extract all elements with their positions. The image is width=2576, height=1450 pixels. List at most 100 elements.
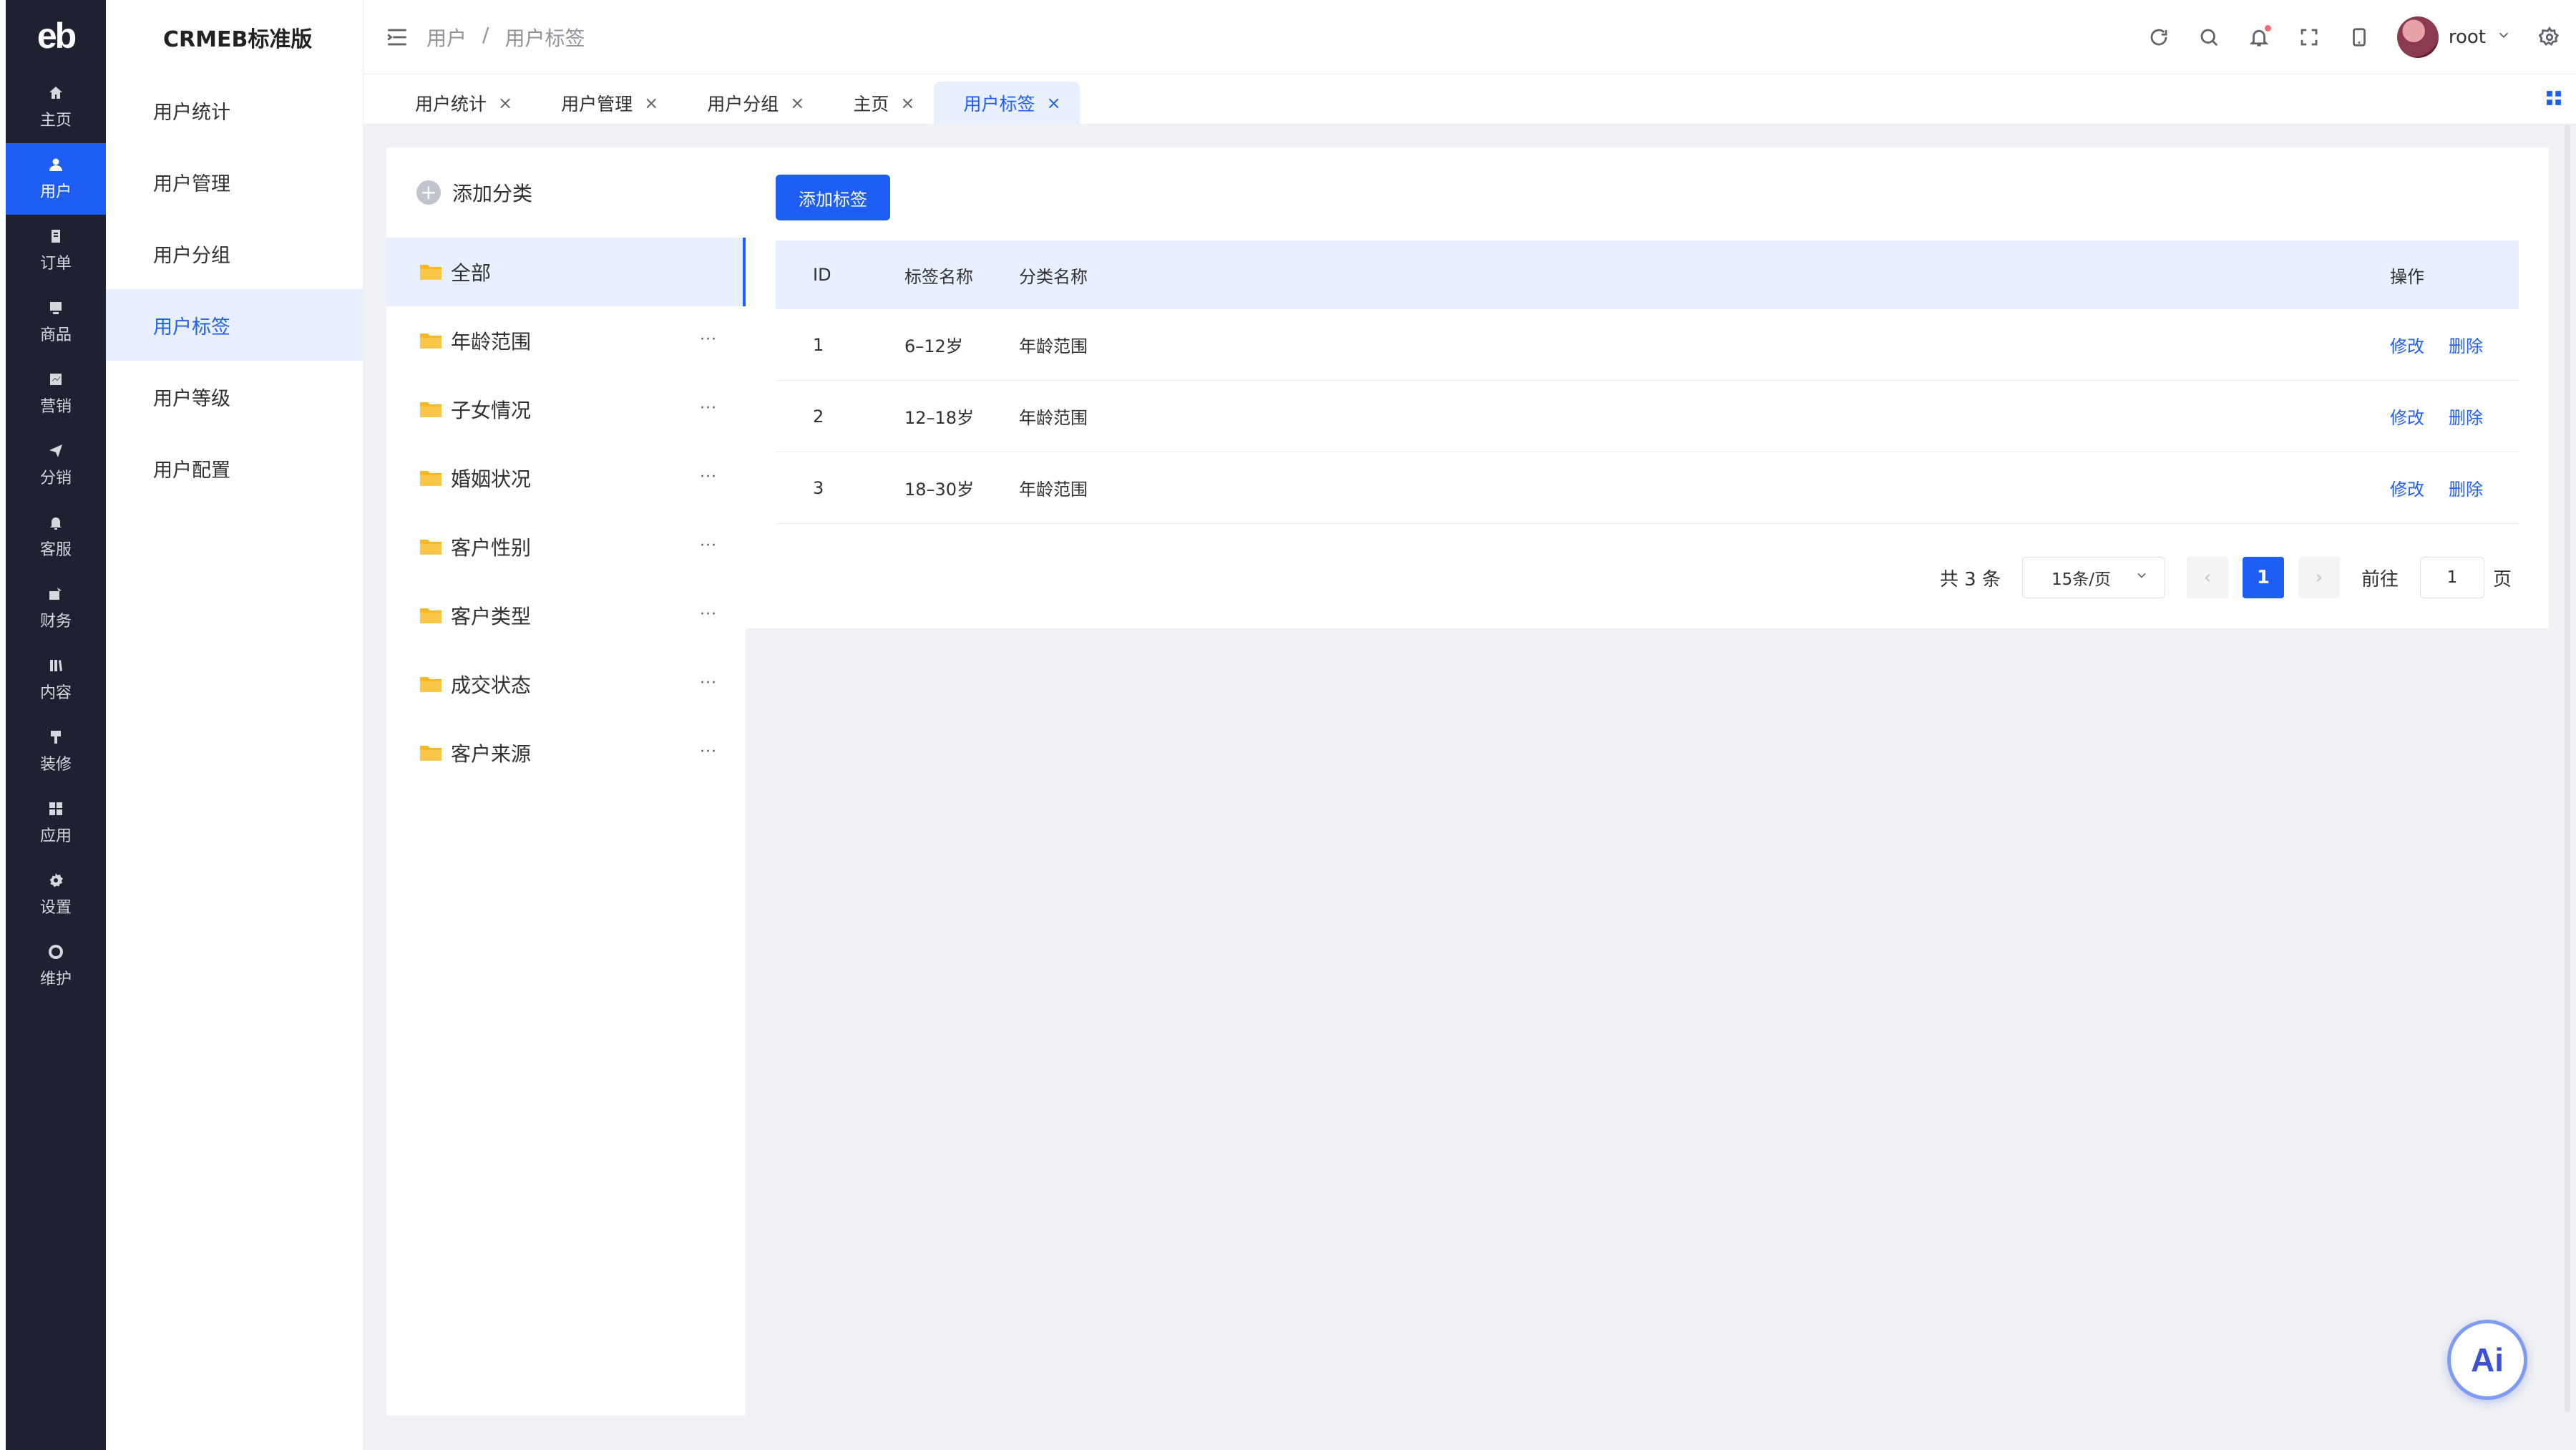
category-item[interactable]: 全部 <box>386 238 746 306</box>
decorate-icon <box>47 729 65 746</box>
page-1-button[interactable]: 1 <box>2242 557 2284 598</box>
page-size-value: 15条/页 <box>2051 570 2111 589</box>
subnav-item[interactable]: 用户分组 <box>106 218 363 289</box>
rail-item-3[interactable]: 商品 <box>6 286 106 358</box>
marketing-icon <box>47 371 65 388</box>
rail-item-label: 客服 <box>39 541 72 559</box>
fullscreen-icon[interactable] <box>2297 25 2321 49</box>
cell-tag-name: 18–30岁 <box>904 480 975 500</box>
grid-menu-icon[interactable] <box>2546 90 2562 106</box>
avatar <box>2396 16 2439 58</box>
refresh-icon[interactable] <box>2147 25 2171 49</box>
user-menu[interactable]: root <box>2396 16 2512 58</box>
rail-item-label: 主页 <box>39 112 72 130</box>
close-icon[interactable]: × <box>790 93 804 113</box>
subnav-item[interactable]: 用户管理 <box>106 146 363 218</box>
cell-id: 1 <box>813 334 824 355</box>
category-item[interactable]: 成交状态 ··· <box>386 650 746 719</box>
page-size-select[interactable]: 15条/页 <box>2021 557 2165 598</box>
gear-icon <box>47 872 65 889</box>
category-item[interactable]: 客户来源 ··· <box>386 719 746 787</box>
subnav-item[interactable]: 用户配置 <box>106 432 363 504</box>
notification-bell-icon[interactable] <box>2247 25 2271 49</box>
edit-link[interactable]: 修改 <box>2390 475 2424 500</box>
tab[interactable]: 用户分组 × <box>677 82 823 125</box>
more-options-icon[interactable]: ··· <box>700 537 717 555</box>
breadcrumb-item[interactable]: 用户 <box>426 23 467 52</box>
add-tag-button[interactable]: 添加标签 <box>776 175 890 220</box>
delete-link[interactable]: 删除 <box>2449 332 2483 357</box>
ai-assistant-button[interactable]: Ai <box>2447 1320 2527 1400</box>
cell-id: 2 <box>813 406 824 427</box>
rail-item-12[interactable]: 维护 <box>6 930 106 1002</box>
tab[interactable]: 用户管理 × <box>531 82 677 125</box>
more-options-icon[interactable]: ··· <box>700 674 717 692</box>
rail-item-9[interactable]: 装修 <box>6 716 106 787</box>
rail-item-1[interactable]: 用户 <box>6 143 106 215</box>
more-options-icon[interactable]: ··· <box>700 331 717 349</box>
rail-item-2[interactable]: 订单 <box>6 215 106 286</box>
category-item[interactable]: 婚姻状况 ··· <box>386 444 746 512</box>
add-category-button[interactable]: + 添加分类 <box>386 147 746 238</box>
category-item[interactable]: 客户类型 ··· <box>386 581 746 650</box>
breadcrumb-item: 用户标签 <box>504 26 585 50</box>
rail-item-5[interactable]: 分销 <box>6 429 106 501</box>
app-logo[interactable]: eb <box>6 0 106 72</box>
folder-icon <box>420 402 441 417</box>
goto-page-input[interactable]: 1 <box>2419 557 2484 598</box>
settings-gear-icon[interactable] <box>2537 25 2562 49</box>
category-item[interactable]: 客户性别 ··· <box>386 512 746 581</box>
tab[interactable]: 用户统计 × <box>385 82 531 125</box>
top-header: 用户 / 用户标签 root <box>364 0 2576 74</box>
close-icon[interactable]: × <box>900 93 914 113</box>
subnav-item[interactable]: 用户统计 <box>106 74 363 146</box>
rail-item-0[interactable]: 主页 <box>6 72 106 143</box>
notification-dot <box>2264 25 2271 31</box>
close-icon[interactable]: × <box>498 93 512 113</box>
tab[interactable]: 主页 × <box>823 82 933 125</box>
close-icon[interactable]: × <box>1047 93 1061 113</box>
pagination: 共 3 条 15条/页 ‹ 1 › 前往 1 页 <box>1940 557 2512 598</box>
subnav-item[interactable]: 用户等级 <box>106 361 363 432</box>
category-item[interactable]: 子女情况 ··· <box>386 375 746 444</box>
tag-table: ID 标签名称 分类名称 操作 1 6–12岁 年龄范围 修改 删除 2 12–18岁 年龄范… <box>776 240 2519 524</box>
more-options-icon[interactable]: ··· <box>700 743 717 761</box>
rail-item-4[interactable]: 营销 <box>6 358 106 429</box>
cell-tag-name: 6–12岁 <box>904 336 963 356</box>
rail-item-8[interactable]: 内容 <box>6 644 106 716</box>
scrollbar[interactable] <box>2565 125 2570 1413</box>
search-icon[interactable] <box>2197 25 2221 49</box>
category-item[interactable]: 年龄范围 ··· <box>386 306 746 375</box>
category-label: 客户性别 <box>451 536 532 560</box>
prev-page-button[interactable]: ‹ <box>2186 557 2228 598</box>
menu-toggle-icon[interactable] <box>385 25 409 49</box>
rail-item-label: 分销 <box>39 469 72 487</box>
cell-id: 3 <box>813 477 824 498</box>
rail-item-7[interactable]: 财务 <box>6 573 106 644</box>
edit-link[interactable]: 修改 <box>2390 404 2424 429</box>
delete-link[interactable]: 删除 <box>2449 404 2483 429</box>
next-page-button[interactable]: › <box>2298 557 2340 598</box>
close-icon[interactable]: × <box>644 93 658 113</box>
tab-label: 用户统计 <box>415 94 487 115</box>
folder-icon <box>420 677 441 692</box>
sub-navigation: CRMEB标准版 用户统计 用户管理 用户分组 用户标签 用户等级 用户配置 <box>106 0 364 1450</box>
rail-item-label: 应用 <box>39 827 72 845</box>
more-options-icon[interactable]: ··· <box>700 605 717 623</box>
more-options-icon[interactable]: ··· <box>700 468 717 486</box>
tab[interactable]: 用户标签 × <box>933 82 1080 125</box>
content-icon <box>47 657 65 674</box>
mobile-preview-icon[interactable] <box>2347 25 2371 49</box>
table-header: ID 标签名称 分类名称 操作 <box>776 240 2519 309</box>
cell-category-name: 年龄范围 <box>1019 336 1088 356</box>
subnav-item[interactable]: 用户标签 <box>106 289 363 361</box>
rail-item-6[interactable]: 客服 <box>6 501 106 573</box>
rail-item-label: 商品 <box>39 326 72 344</box>
goto-label: 前往 <box>2361 568 2399 590</box>
rail-item-10[interactable]: 应用 <box>6 787 106 859</box>
edit-link[interactable]: 修改 <box>2390 332 2424 357</box>
total-count: 共 3 条 <box>1939 568 2001 590</box>
more-options-icon[interactable]: ··· <box>700 399 717 417</box>
delete-link[interactable]: 删除 <box>2449 475 2483 500</box>
rail-item-11[interactable]: 设置 <box>6 859 106 930</box>
